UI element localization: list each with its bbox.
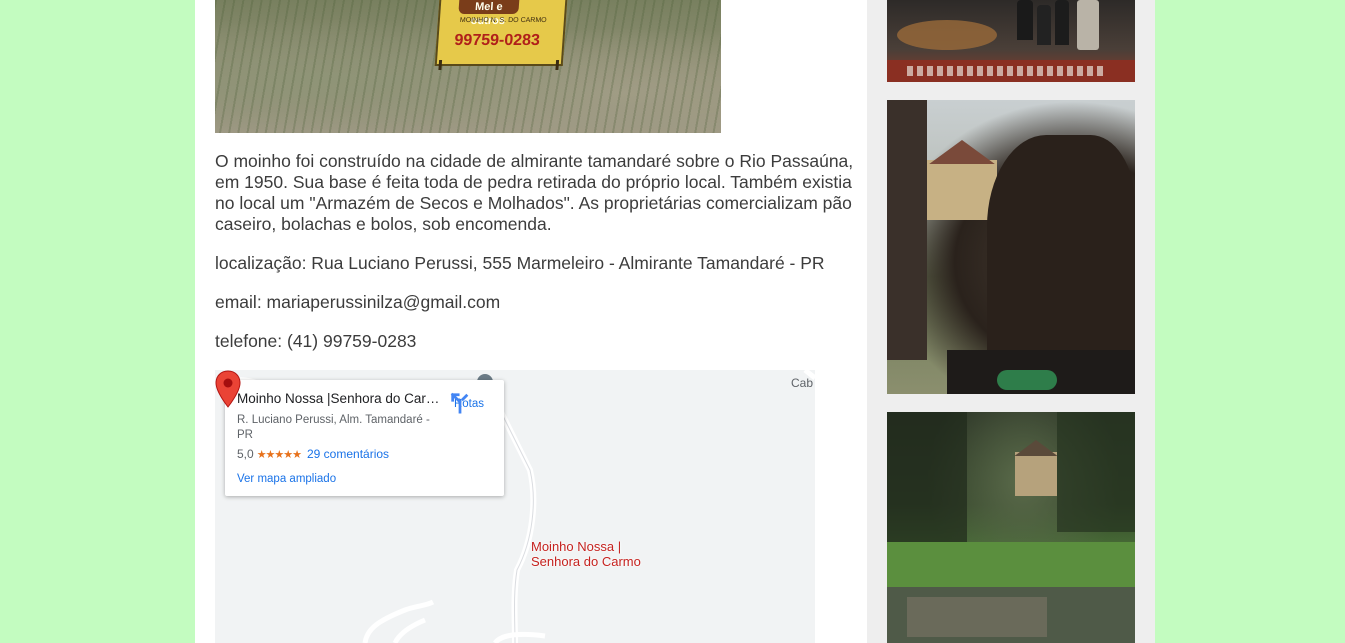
directions-icon — [450, 392, 469, 414]
place-name: Moinho Nossa |Senhora do Carmo — [237, 391, 442, 406]
map-pin-icon[interactable] — [215, 370, 241, 408]
pin-label-line1: Moinho Nossa | — [531, 539, 622, 554]
place-address: R. Luciano Perussi, Alm. Tamandaré - PR — [237, 414, 430, 441]
sidebar-photo-products[interactable] — [887, 0, 1135, 82]
map-area-label: Cab — [791, 376, 814, 390]
sidebar-photo-garden[interactable] — [887, 412, 1135, 643]
place-rating: 5,0 ★★★★★ 29 comentários — [237, 447, 389, 461]
place-info-card: Moinho Nossa |Senhora do Carmo R. Lucian… — [225, 380, 504, 496]
embedded-map[interactable]: Cab Moinho Nossa |Senhora do Carmo R. Lu… — [215, 370, 815, 643]
rating-value: 5,0 — [237, 447, 254, 461]
sidebar-photo-house[interactable] — [887, 100, 1135, 394]
email-paragraph: email: mariaperussinilza@gmail.com — [215, 292, 501, 312]
sign-name-text: MOINHO N. S. DO CARMO — [459, 17, 547, 24]
description-paragraph: O moinho foi construído na cidade de alm… — [215, 151, 854, 234]
location-paragraph: localização: Rua Luciano Perussi, 555 Ma… — [215, 253, 825, 273]
sign-phone-text: 99759-0283 — [453, 32, 541, 49]
rating-stars-icon: ★★★★★ — [256, 449, 302, 461]
reviews-link[interactable]: 29 comentários — [307, 447, 389, 461]
mill-sign: Mel e outros MOINHO N. S. DO CARMO 99759… — [434, 0, 568, 70]
pin-label-line2: Senhora do Carmo — [531, 554, 641, 569]
directions-button[interactable]: Rotas — [449, 392, 489, 414]
mill-sign-photo: Mel e outros MOINHO N. S. DO CARMO 99759… — [215, 0, 721, 133]
sign-top-text: Mel e outros — [458, 0, 520, 27]
pin-label: Moinho Nossa | Senhora do Carmo — [531, 539, 671, 569]
larger-map-link[interactable]: Ver mapa ampliado — [237, 473, 336, 485]
phone-paragraph: telefone: (41) 99759-0283 — [215, 331, 417, 351]
